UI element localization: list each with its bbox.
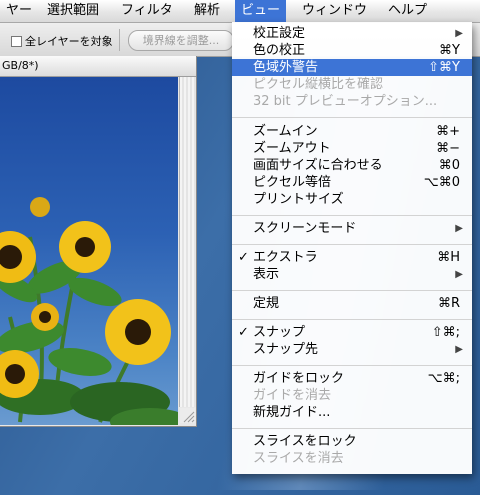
menu-item-shortcut: ⌘− <box>436 141 460 156</box>
menu-item-label: スクリーンモード <box>253 221 357 236</box>
menu-divider <box>232 215 472 216</box>
menu-item-proof-setup[interactable]: 校正設定 ▶ <box>232 25 472 42</box>
menu-item-label: 表示 <box>253 267 280 282</box>
menu-item-shortcut: ⌘H <box>437 250 460 265</box>
resize-grip-icon[interactable] <box>180 408 195 423</box>
menu-item-label: スライスをロック <box>253 434 357 449</box>
menu-divider <box>232 428 472 429</box>
menu-item-shortcut: ⌘Y <box>439 43 460 58</box>
menu-item-label: 校正設定 <box>253 26 306 41</box>
menu-item-extras[interactable]: ✓ エクストラ ⌘H <box>232 249 472 266</box>
menu-item-label: 色の校正 <box>253 43 306 58</box>
document-window: GB/8*) <box>0 56 197 427</box>
menu-item-pixel-aspect-ratio: ピクセル縦横比を確認 <box>232 76 472 93</box>
checkmark-icon: ✓ <box>238 250 249 265</box>
menu-item-label: ピクセル縦横比を確認 <box>253 77 384 92</box>
menu-divider <box>232 319 472 320</box>
menu-item-label: 色域外警告 <box>253 60 319 75</box>
menu-item-zoom-in[interactable]: ズームイン ⌘+ <box>232 123 472 140</box>
submenu-arrow-icon: ▶ <box>455 344 463 355</box>
menu-item-shortcut: ⇧⌘Y <box>428 60 460 75</box>
menu-item-label: エクストラ <box>253 250 318 265</box>
submenu-arrow-icon: ▶ <box>455 28 463 39</box>
menu-item-label: 32 bit プレビューオプション... <box>253 94 438 109</box>
image-canvas[interactable] <box>0 77 178 425</box>
menu-item-shortcut: ⌥⌘0 <box>423 175 460 190</box>
menu-item-label: ガイドを消去 <box>253 388 332 403</box>
menu-item-label: ガイドをロック <box>253 371 345 386</box>
view-menu-dropdown: 校正設定 ▶ 色の校正 ⌘Y 色域外警告 ⇧⌘Y ピクセル縦横比を確認 32 b… <box>232 22 472 474</box>
menu-item-lock-guides[interactable]: ガイドをロック ⌥⌘; <box>232 370 472 387</box>
sunflower-photo <box>0 197 178 425</box>
menu-layer[interactable]: ヤー <box>0 0 38 22</box>
menu-item-shortcut: ⌘R <box>437 296 460 311</box>
menu-window[interactable]: ウィンドウ <box>296 0 373 22</box>
menu-divider <box>232 290 472 291</box>
menu-item-shortcut: ⌘0 <box>438 158 460 173</box>
submenu-arrow-icon: ▶ <box>455 223 463 234</box>
menu-item-label: ピクセル等倍 <box>253 175 332 190</box>
sunflower-1 <box>59 221 111 273</box>
menu-item-snap-to[interactable]: スナップ先 ▶ <box>232 341 472 358</box>
options-separator <box>119 29 120 51</box>
menu-item-proof-colors[interactable]: 色の校正 ⌘Y <box>232 42 472 59</box>
menu-item-label: 新規ガイド... <box>253 405 331 420</box>
menu-item-fit-on-screen[interactable]: 画面サイズに合わせる ⌘0 <box>232 157 472 174</box>
menu-view[interactable]: ビュー <box>235 0 287 22</box>
all-layers-label: 全レイヤーを対象 <box>25 35 113 48</box>
menu-item-label: プリントサイズ <box>253 192 344 207</box>
menu-item-gamut-warning[interactable]: 色域外警告 ⇧⌘Y <box>232 59 472 76</box>
menu-filter[interactable]: フィルタ <box>115 0 179 22</box>
menu-item-label: 定規 <box>253 296 280 311</box>
document-title: GB/8*) <box>2 59 39 72</box>
menu-item-label: スナップ <box>253 325 306 340</box>
menu-item-label: ズームアウト <box>253 141 331 156</box>
all-layers-checkbox[interactable] <box>11 36 22 47</box>
menu-item-shortcut: ⌥⌘; <box>427 371 460 386</box>
menu-select[interactable]: 選択範囲 <box>41 0 105 22</box>
document-titlebar[interactable]: GB/8*) <box>0 56 196 77</box>
menu-item-clear-slices: スライスを消去 <box>232 450 472 467</box>
checkmark-icon: ✓ <box>238 325 249 340</box>
refine-edge-button[interactable]: 境界線を調整... <box>128 30 234 51</box>
vertical-scrollbar[interactable] <box>179 77 196 407</box>
menu-item-print-size[interactable]: プリントサイズ <box>232 191 472 208</box>
menu-item-show[interactable]: 表示 ▶ <box>232 266 472 283</box>
menu-item-shortcut: ⌘+ <box>436 124 460 139</box>
menubar: ヤー 選択範囲 フィルタ 解析 ビュー ウィンドウ ヘルプ <box>0 0 480 23</box>
menu-divider <box>232 117 472 118</box>
menu-analysis[interactable]: 解析 <box>188 0 226 22</box>
menu-help[interactable]: ヘルプ <box>382 0 433 22</box>
menu-item-zoom-out[interactable]: ズームアウト ⌘− <box>232 140 472 157</box>
menu-item-actual-pixels[interactable]: ピクセル等倍 ⌥⌘0 <box>232 174 472 191</box>
menu-item-shortcut: ⇧⌘; <box>431 325 460 340</box>
menu-item-label: スライスを消去 <box>253 451 344 466</box>
menu-item-32bit-preview: 32 bit プレビューオプション... <box>232 93 472 110</box>
menu-divider <box>232 244 472 245</box>
menu-divider <box>232 365 472 366</box>
menu-item-lock-slices[interactable]: スライスをロック <box>232 433 472 450</box>
menu-item-clear-guides: ガイドを消去 <box>232 387 472 404</box>
menu-item-label: スナップ先 <box>253 342 319 357</box>
menu-item-new-guide[interactable]: 新規ガイド... <box>232 404 472 421</box>
menu-item-label: ズームイン <box>253 124 318 139</box>
menu-item-snap[interactable]: ✓ スナップ ⇧⌘; <box>232 324 472 341</box>
menu-item-label: 画面サイズに合わせる <box>253 158 383 173</box>
menu-item-screen-mode[interactable]: スクリーンモード ▶ <box>232 220 472 237</box>
menu-item-rulers[interactable]: 定規 ⌘R <box>232 295 472 312</box>
submenu-arrow-icon: ▶ <box>455 269 463 280</box>
